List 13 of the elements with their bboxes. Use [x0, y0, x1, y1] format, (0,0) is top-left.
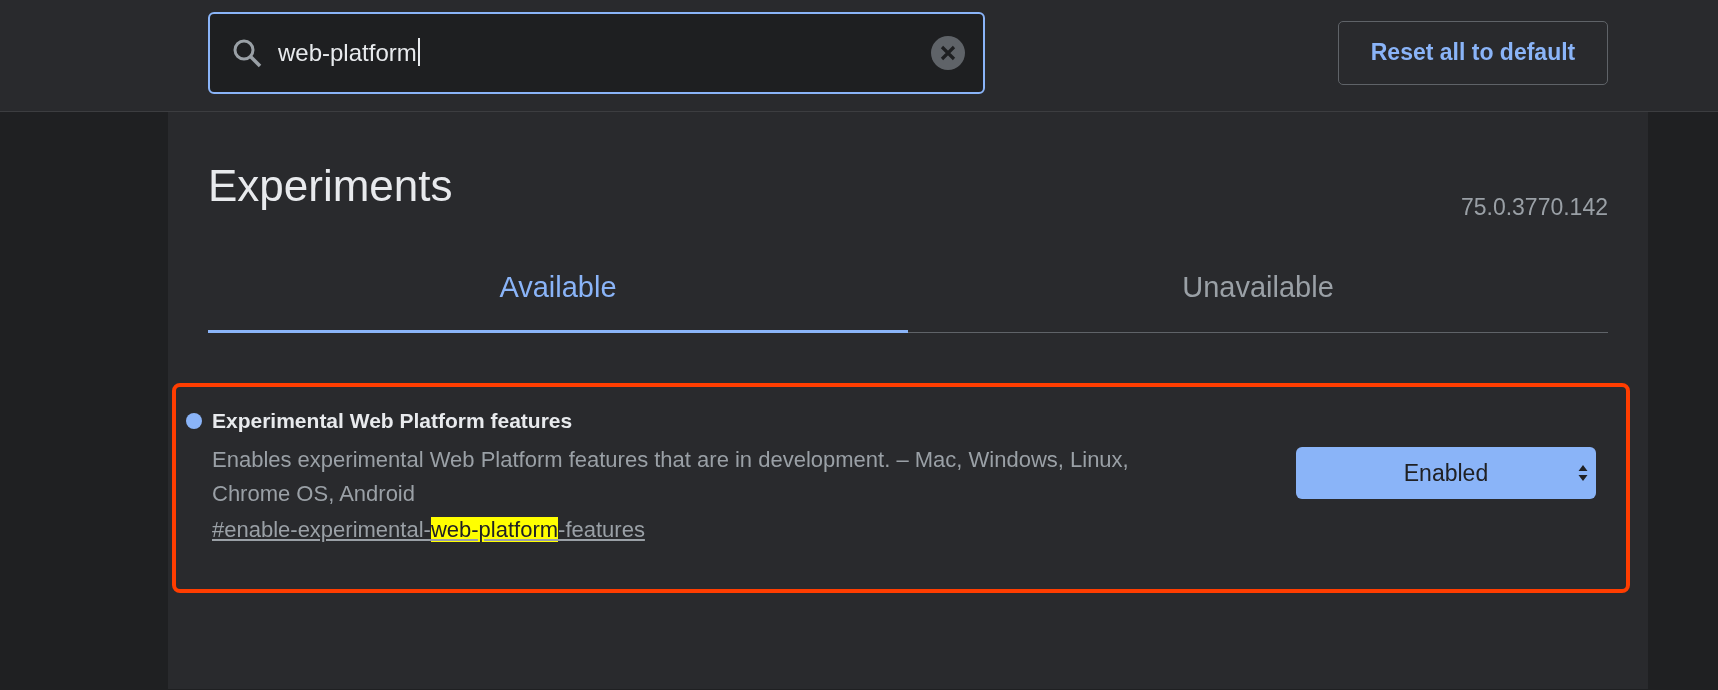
tab[interactable]: Available — [208, 245, 908, 333]
version-label: 75.0.3770.142 — [1460, 194, 1608, 221]
experiment-description: Enables experimental Web Platform features that are in development. – Mac, Windows, Linux, Chrome OS, Android — [212, 446, 1130, 508]
clear-icon[interactable] — [931, 35, 965, 70]
search-icon — [232, 37, 262, 68]
up-down-arrows-icon — [1578, 464, 1588, 482]
page-title: Experiments — [208, 161, 453, 211]
experiment-title: Experimental Web Platform features — [212, 409, 573, 433]
search-field[interactable]: web-platform — [208, 11, 985, 94]
experiment-link[interactable]: #enable-experimental-web-platform-features — [212, 517, 645, 542]
tab[interactable]: Unavailable — [908, 245, 1608, 333]
reset-all-button[interactable]: Reset all to default — [1338, 20, 1608, 85]
state-dropdown[interactable]: Enabled — [1296, 447, 1596, 499]
